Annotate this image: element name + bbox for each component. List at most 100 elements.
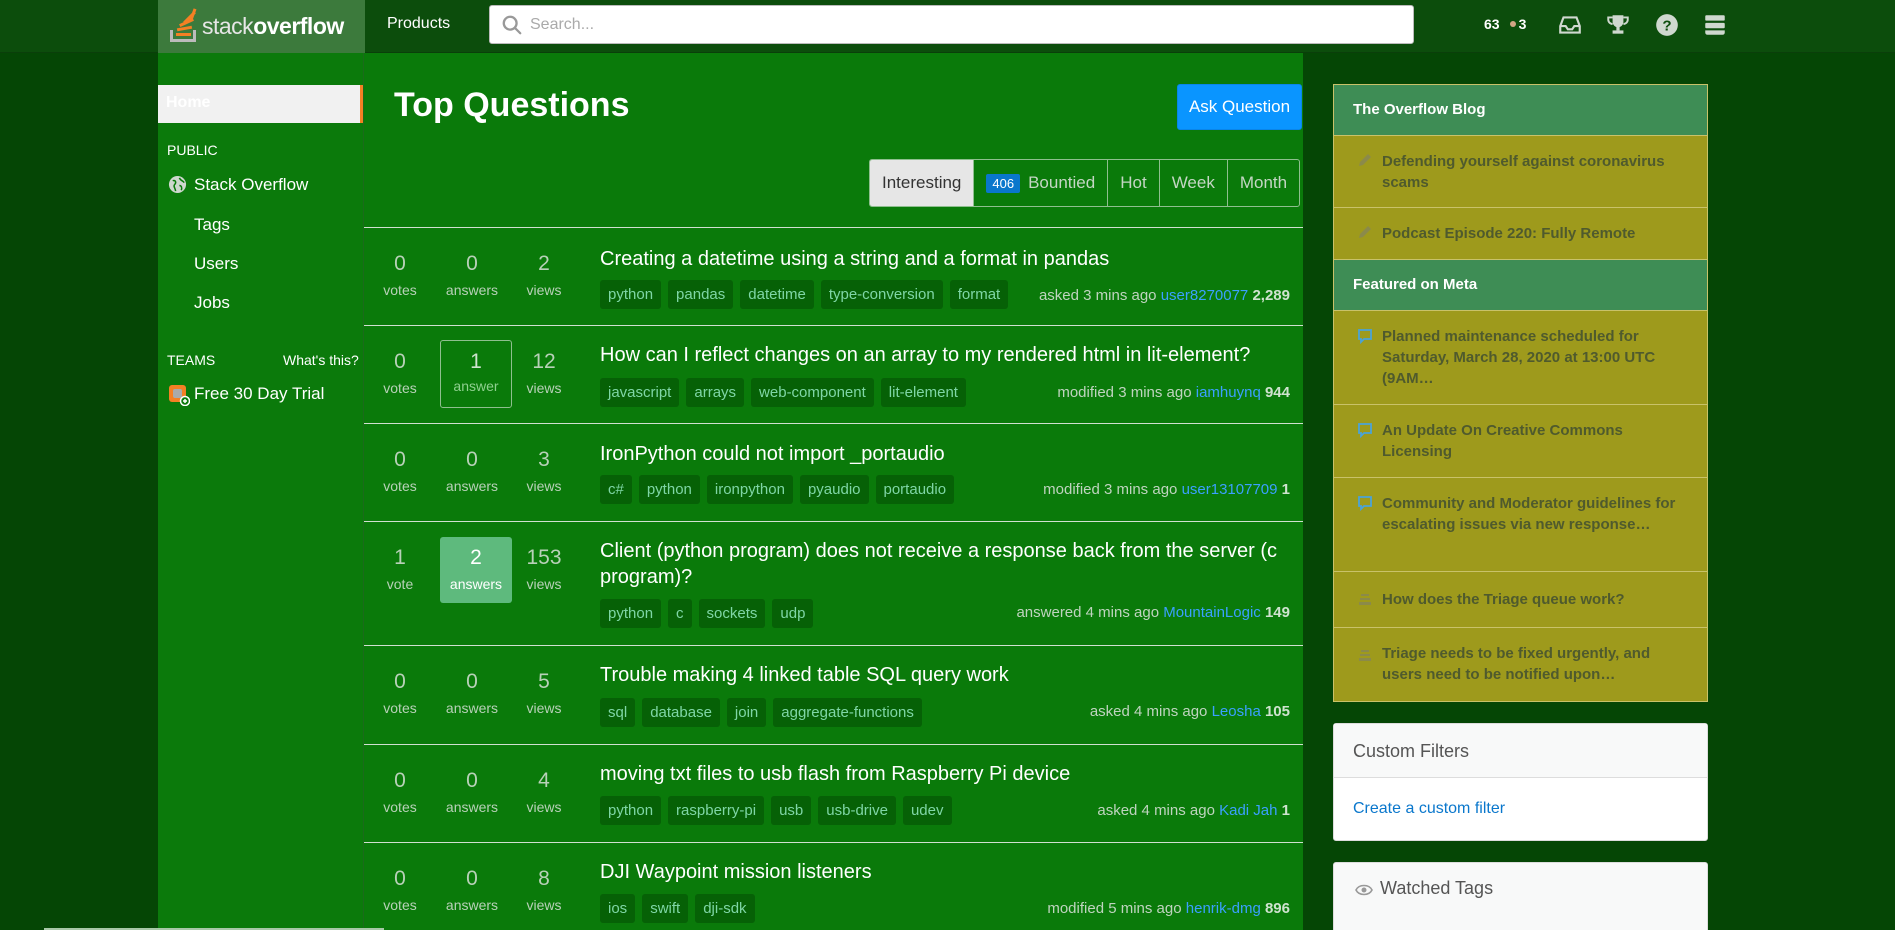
nav-home[interactable]: Home <box>158 85 364 123</box>
tab-label: Month <box>1239 173 1288 192</box>
meta-item[interactable]: An Update On Creative Commons Licensing <box>1334 405 1707 478</box>
chat-bubble-icon <box>1358 423 1372 438</box>
user-link[interactable]: iamhuynq <box>1196 384 1261 401</box>
tag-chip[interactable]: c# <box>600 475 632 504</box>
tab-bountied[interactable]: 406 Bountied <box>973 160 1107 206</box>
whats-this-link[interactable]: What's this? <box>283 352 359 368</box>
site-logo[interactable]: stackoverflow <box>158 0 365 53</box>
meta-item[interactable]: Triage needs to be fixed urgently, and u… <box>1334 628 1707 700</box>
view-count: 12 views <box>526 350 562 396</box>
question-tags: python c sockets udp <box>600 599 820 628</box>
search-box[interactable] <box>489 5 1414 44</box>
achievements-icon[interactable] <box>1605 12 1631 38</box>
nav-free-trial[interactable]: Free 30 Day Trial <box>194 384 324 404</box>
vote-count: 0 votes <box>383 448 417 494</box>
tag-chip[interactable]: dji-sdk <box>695 894 755 923</box>
nav-stack-overflow[interactable]: Stack Overflow <box>194 175 308 195</box>
tag-chip[interactable]: python <box>638 475 700 504</box>
question-row: 0 votes 0 answers 3 views IronPython could … <box>364 423 1303 521</box>
left-sidebar: Home PUBLIC Stack Overflow Tags Users Jo… <box>158 53 364 930</box>
blog-item[interactable]: Defending yourself against coronavirus s… <box>1334 136 1707 208</box>
question-title[interactable]: IronPython could not import _portaudio <box>600 441 1280 467</box>
question-row: 0 votes 0 answers 8 views DJI Waypoint miss… <box>364 842 1303 930</box>
tab-week[interactable]: Week <box>1158 160 1227 206</box>
tag-chip[interactable]: type-conversion <box>820 280 943 309</box>
user-link[interactable]: user8270077 <box>1161 287 1249 304</box>
tag-chip[interactable]: join <box>726 698 767 727</box>
tab-hot[interactable]: Hot <box>1107 160 1158 206</box>
tag-chip[interactable]: python <box>600 599 662 628</box>
tag-chip[interactable]: pyaudio <box>799 475 869 504</box>
ask-question-button[interactable]: Ask Question <box>1177 84 1302 130</box>
answer-count: 1 answer <box>440 340 512 408</box>
question-tags: c# python ironpython pyaudio portaudio <box>600 475 961 504</box>
tag-chip[interactable]: javascript <box>600 378 680 407</box>
question-title[interactable]: moving txt files to usb flash from Raspb… <box>600 761 1280 787</box>
main-content: Top Questions Ask Question Interesting 4… <box>364 53 1303 930</box>
tag-chip[interactable]: ios <box>600 894 636 923</box>
tag-chip[interactable]: usb-drive <box>818 796 896 825</box>
nav-jobs[interactable]: Jobs <box>194 293 230 313</box>
help-icon[interactable]: ? <box>1654 12 1680 38</box>
tag-chip[interactable]: sql <box>600 698 636 727</box>
user-link[interactable]: Leosha <box>1212 703 1261 720</box>
inbox-icon[interactable] <box>1557 12 1583 38</box>
view-count: 4 views <box>526 769 562 815</box>
question-meta: asked 3 mins ago user8270077 2,289 <box>1038 287 1290 304</box>
tag-chip[interactable]: usb <box>771 796 812 825</box>
user-link[interactable]: Kadi Jah <box>1219 802 1277 819</box>
tag-chip[interactable]: swift <box>642 894 689 923</box>
tag-chip[interactable]: udev <box>902 796 952 825</box>
products-menu[interactable]: Products <box>387 15 450 33</box>
tag-chip[interactable]: udp <box>772 599 814 628</box>
custom-filters-widget: Custom Filters Create a custom filter <box>1333 723 1708 841</box>
user-link[interactable]: user13107709 <box>1182 481 1278 498</box>
question-title[interactable]: How can I reflect changes on an array to… <box>600 342 1280 368</box>
question-title[interactable]: Client (python program) does not receive… <box>600 538 1280 590</box>
user-reputation[interactable]: 63 3 <box>1484 16 1526 32</box>
tag-chip[interactable]: python <box>600 796 662 825</box>
question-meta: asked 4 mins ago Kadi Jah 1 <box>1097 802 1290 819</box>
vote-count: 0 votes <box>383 769 417 815</box>
tag-chip[interactable]: datetime <box>740 280 814 309</box>
tag-chip[interactable]: lit-element <box>880 378 966 407</box>
tag-chip[interactable]: pandas <box>668 280 734 309</box>
question-title[interactable]: DJI Waypoint mission listeners <box>600 859 1280 885</box>
tab-month[interactable]: Month <box>1226 160 1299 206</box>
question-meta: modified 3 mins ago user13107709 1 <box>1043 481 1290 498</box>
question-meta: modified 5 mins ago henrik-dmg 896 <box>1047 900 1290 917</box>
tag-chip[interactable]: database <box>642 698 720 727</box>
tag-chip[interactable]: raspberry-pi <box>668 796 765 825</box>
tag-chip[interactable]: python <box>600 280 662 309</box>
blog-item-label: Defending yourself against coronavirus s… <box>1382 153 1665 191</box>
tag-chip[interactable]: c <box>668 599 692 628</box>
question-title[interactable]: Creating a datetime using a string and a… <box>600 246 1280 272</box>
view-count: 5 views <box>526 670 562 716</box>
vote-count: 0 votes <box>383 670 417 716</box>
tag-chip[interactable]: aggregate-functions <box>773 698 922 727</box>
meta-item[interactable]: Community and Moderator guidelines for e… <box>1334 478 1707 572</box>
user-link[interactable]: henrik-dmg <box>1186 900 1261 917</box>
site-switcher-icon[interactable] <box>1702 12 1728 38</box>
question-tags: python pandas datetime type-conversion f… <box>600 280 1015 309</box>
tag-chip[interactable]: arrays <box>686 378 745 407</box>
blog-item[interactable]: Podcast Episode 220: Fully Remote <box>1334 208 1707 260</box>
nav-tags[interactable]: Tags <box>194 215 230 235</box>
chat-bubble-icon <box>1358 496 1372 511</box>
tab-interesting[interactable]: Interesting <box>870 160 974 206</box>
view-count: 153 views <box>526 546 562 592</box>
create-filter-link[interactable]: Create a custom filter <box>1353 800 1505 818</box>
question-title[interactable]: Trouble making 4 linked table SQL query … <box>600 662 1280 688</box>
view-count: 3 views <box>526 448 562 494</box>
tag-chip[interactable]: ironpython <box>706 475 793 504</box>
meta-item[interactable]: How does the Triage queue work? <box>1334 572 1707 628</box>
meta-item[interactable]: Planned maintenance scheduled for Saturd… <box>1334 311 1707 405</box>
tag-chip[interactable]: web-component <box>751 378 874 407</box>
search-input[interactable] <box>530 6 1400 43</box>
nav-users[interactable]: Users <box>194 254 238 274</box>
top-bar: stackoverflow Products 63 3 ? <box>0 0 1895 53</box>
tag-chip[interactable]: format <box>949 280 1009 309</box>
tag-chip[interactable]: sockets <box>698 599 766 628</box>
tag-chip[interactable]: portaudio <box>875 475 955 504</box>
user-link[interactable]: MountainLogic <box>1163 604 1261 621</box>
